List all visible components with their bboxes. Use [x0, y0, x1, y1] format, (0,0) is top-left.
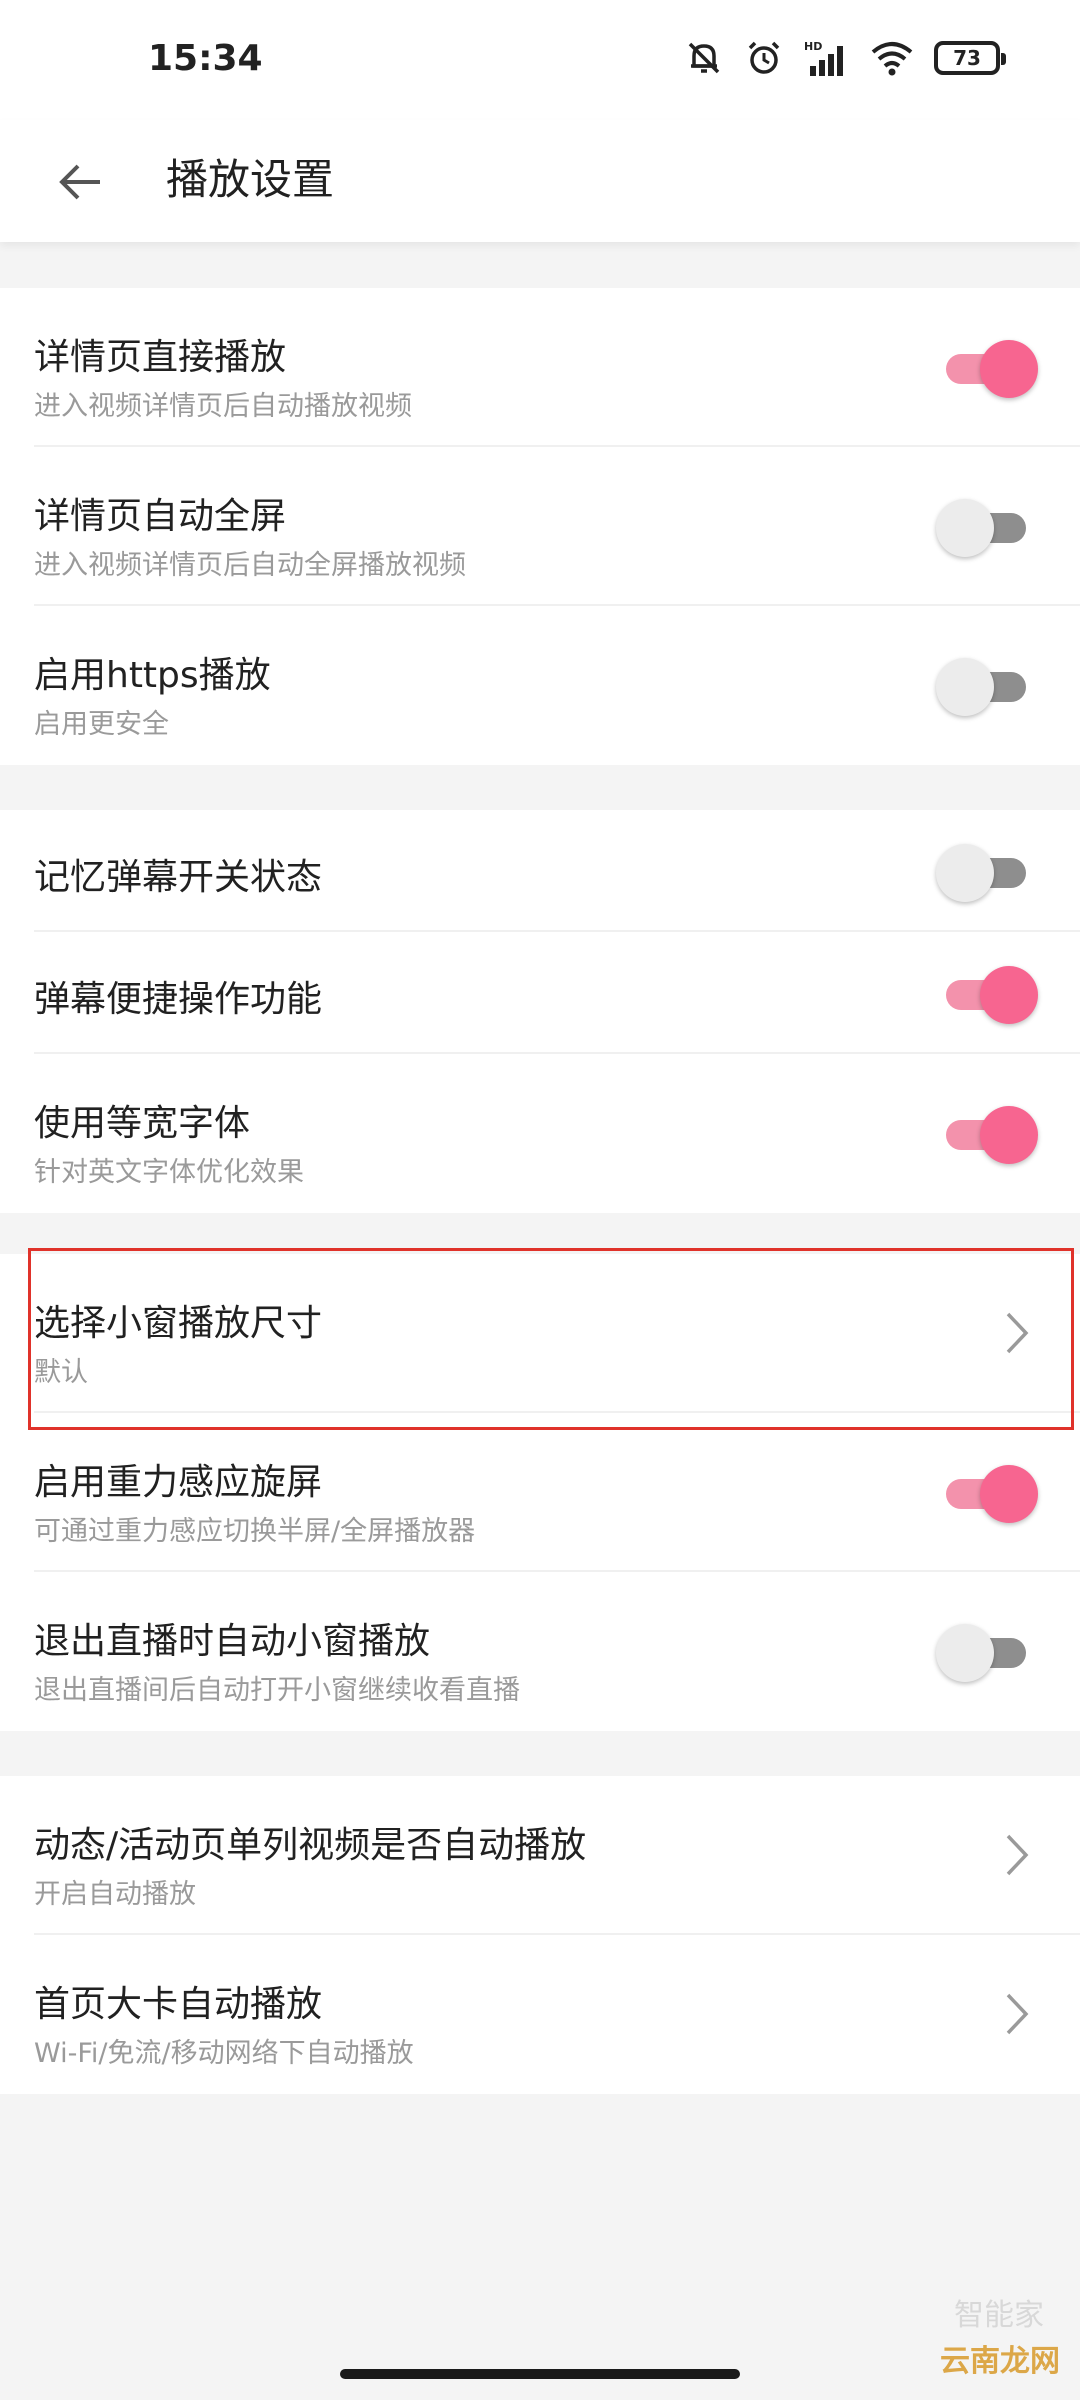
- setting-title: 详情页直接播放: [34, 337, 287, 378]
- setting-subtitle: 进入视频详情页后自动播放视频: [34, 391, 412, 422]
- settings-section-3: 选择小窗播放尺寸 默认 启用重力感应旋屏 可通过重力感应切换半屏/全屏播放器 退…: [0, 1254, 1080, 1731]
- setting-detail-fullscreen[interactable]: 详情页自动全屏 进入视频详情页后自动全屏播放视频: [0, 447, 1080, 606]
- setting-monospace-font[interactable]: 使用等宽字体 针对英文字体优化效果: [0, 1054, 1080, 1213]
- setting-title: 动态/活动页单列视频是否自动播放: [34, 1825, 587, 1866]
- mute-bell-icon: [684, 38, 724, 78]
- setting-title: 选择小窗播放尺寸: [34, 1303, 323, 1344]
- setting-home-card-autoplay[interactable]: 首页大卡自动播放 Wi-Fi/免流/移动网络下自动播放: [0, 1935, 1080, 2094]
- back-button[interactable]: [40, 142, 120, 222]
- toggle-switch[interactable]: [936, 1459, 1038, 1525]
- chevron-right-icon: [1006, 1834, 1029, 1876]
- alarm-icon: [744, 38, 784, 78]
- setting-subtitle: 启用更安全: [34, 709, 169, 740]
- setting-detail-autoplay[interactable]: 详情页直接播放 进入视频详情页后自动播放视频: [0, 288, 1080, 447]
- toggle-switch[interactable]: [936, 960, 1038, 1026]
- arrow-left-icon: [59, 164, 100, 200]
- setting-title: 退出直播时自动小窗播放: [34, 1621, 431, 1662]
- svg-text:HD: HD: [804, 40, 822, 53]
- setting-title: 使用等宽字体: [34, 1103, 251, 1144]
- setting-feed-autoplay[interactable]: 动态/活动页单列视频是否自动播放 开启自动播放: [0, 1776, 1080, 1935]
- toggle-switch[interactable]: [936, 493, 1036, 559]
- app-bar: 播放设置: [0, 120, 1080, 242]
- setting-title: 启用https播放: [34, 655, 271, 696]
- toggle-switch[interactable]: [936, 334, 1038, 400]
- setting-mini-window-size[interactable]: 选择小窗播放尺寸 默认: [0, 1254, 1080, 1413]
- settings-section-2: 记忆弹幕开关状态 弹幕便捷操作功能 使用等宽字体 针对英文字体优化效果: [0, 810, 1080, 1213]
- setting-subtitle: 默认: [34, 1357, 88, 1388]
- settings-section-4: 动态/活动页单列视频是否自动播放 开启自动播放 首页大卡自动播放 Wi-Fi/免…: [0, 1776, 1080, 2094]
- setting-live-mini-window[interactable]: 退出直播时自动小窗播放 退出直播间后自动打开小窗继续收看直播: [0, 1572, 1080, 1731]
- watermark-faint: 智能家: [954, 2298, 1044, 2333]
- setting-title: 弹幕便捷操作功能: [34, 979, 323, 1020]
- status-bar: 15:34 HD 73: [0, 0, 1080, 120]
- setting-title: 记忆弹幕开关状态: [34, 857, 323, 898]
- chevron-right-icon: [1006, 1312, 1029, 1354]
- battery-icon: 73: [934, 41, 1006, 75]
- setting-remember-danmaku[interactable]: 记忆弹幕开关状态: [0, 810, 1080, 932]
- setting-title: 首页大卡自动播放: [34, 1984, 323, 2025]
- home-indicator[interactable]: [340, 2369, 740, 2379]
- hd-signal-icon: HD: [804, 38, 850, 78]
- setting-subtitle: 退出直播间后自动打开小窗继续收看直播: [34, 1675, 520, 1706]
- toggle-switch[interactable]: [936, 1100, 1038, 1166]
- status-icons: HD 73: [684, 36, 1006, 80]
- setting-title: 启用重力感应旋屏: [34, 1462, 323, 1503]
- page-title: 播放设置: [166, 155, 335, 204]
- setting-subtitle: 开启自动播放: [34, 1879, 196, 1910]
- setting-danmaku-quick-ops[interactable]: 弹幕便捷操作功能: [0, 932, 1080, 1054]
- chevron-right-icon: [1006, 1993, 1029, 2035]
- setting-title: 详情页自动全屏: [34, 496, 287, 537]
- watermark: 云南龙网: [940, 2344, 1060, 2379]
- toggle-switch[interactable]: [936, 652, 1036, 718]
- settings-section-1: 详情页直接播放 进入视频详情页后自动播放视频 详情页自动全屏 进入视频详情页后自…: [0, 288, 1080, 765]
- toggle-switch[interactable]: [936, 1618, 1036, 1684]
- setting-subtitle: 针对英文字体优化效果: [34, 1157, 304, 1188]
- setting-subtitle: 可通过重力感应切换半屏/全屏播放器: [34, 1516, 476, 1547]
- setting-subtitle: Wi-Fi/免流/移动网络下自动播放: [34, 2038, 414, 2069]
- status-time: 15:34: [148, 38, 263, 79]
- setting-subtitle: 进入视频详情页后自动全屏播放视频: [34, 550, 466, 581]
- toggle-switch[interactable]: [936, 838, 1036, 904]
- wifi-icon: [870, 38, 914, 78]
- setting-https-playback[interactable]: 启用https播放 启用更安全: [0, 606, 1080, 765]
- setting-gravity-rotation[interactable]: 启用重力感应旋屏 可通过重力感应切换半屏/全屏播放器: [0, 1413, 1080, 1572]
